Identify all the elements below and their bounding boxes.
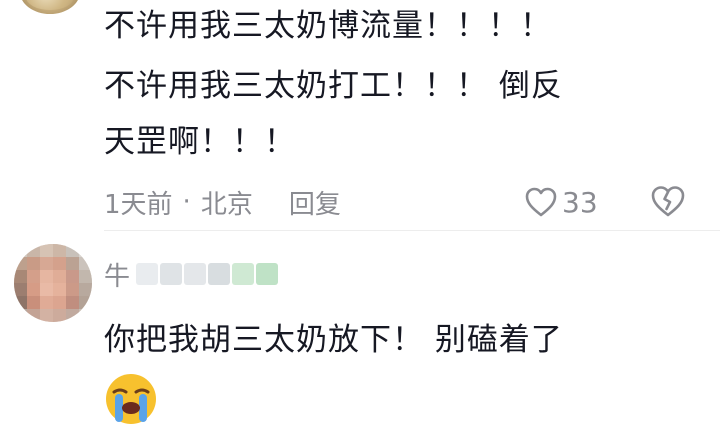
broken-heart-icon [651, 186, 685, 217]
heart-icon [525, 187, 557, 217]
like-count: 33 [562, 185, 598, 219]
avatar[interactable] [14, 244, 92, 322]
comment-text-line-2: 不许用我三太奶打工！！！ 倒反 [104, 68, 563, 104]
avatar[interactable] [20, 0, 80, 14]
meta-separator: · [182, 187, 191, 217]
comment-time: 1天前 [104, 189, 173, 220]
comment-user-name[interactable]: 牛 [104, 256, 130, 293]
comment-text-line-3: 天罡啊！！！ [104, 124, 296, 160]
divider [104, 230, 720, 231]
like-button[interactable]: 33 [524, 180, 598, 224]
comment-user-row: 牛 [104, 254, 280, 294]
loudly-crying-face-icon [104, 372, 158, 426]
blurred-username [136, 263, 280, 285]
comment-location: 北京 [200, 189, 253, 220]
reply-button[interactable]: 回复 [289, 184, 341, 221]
comment-meta: 1天前 · 北京 回复 [104, 180, 341, 224]
dislike-button[interactable] [650, 184, 686, 220]
comment-text: 你把我胡三太奶放下！ 别磕着了 [104, 322, 563, 358]
comment-text-line-1: 不许用我三太奶博流量！！！！ [104, 8, 552, 44]
